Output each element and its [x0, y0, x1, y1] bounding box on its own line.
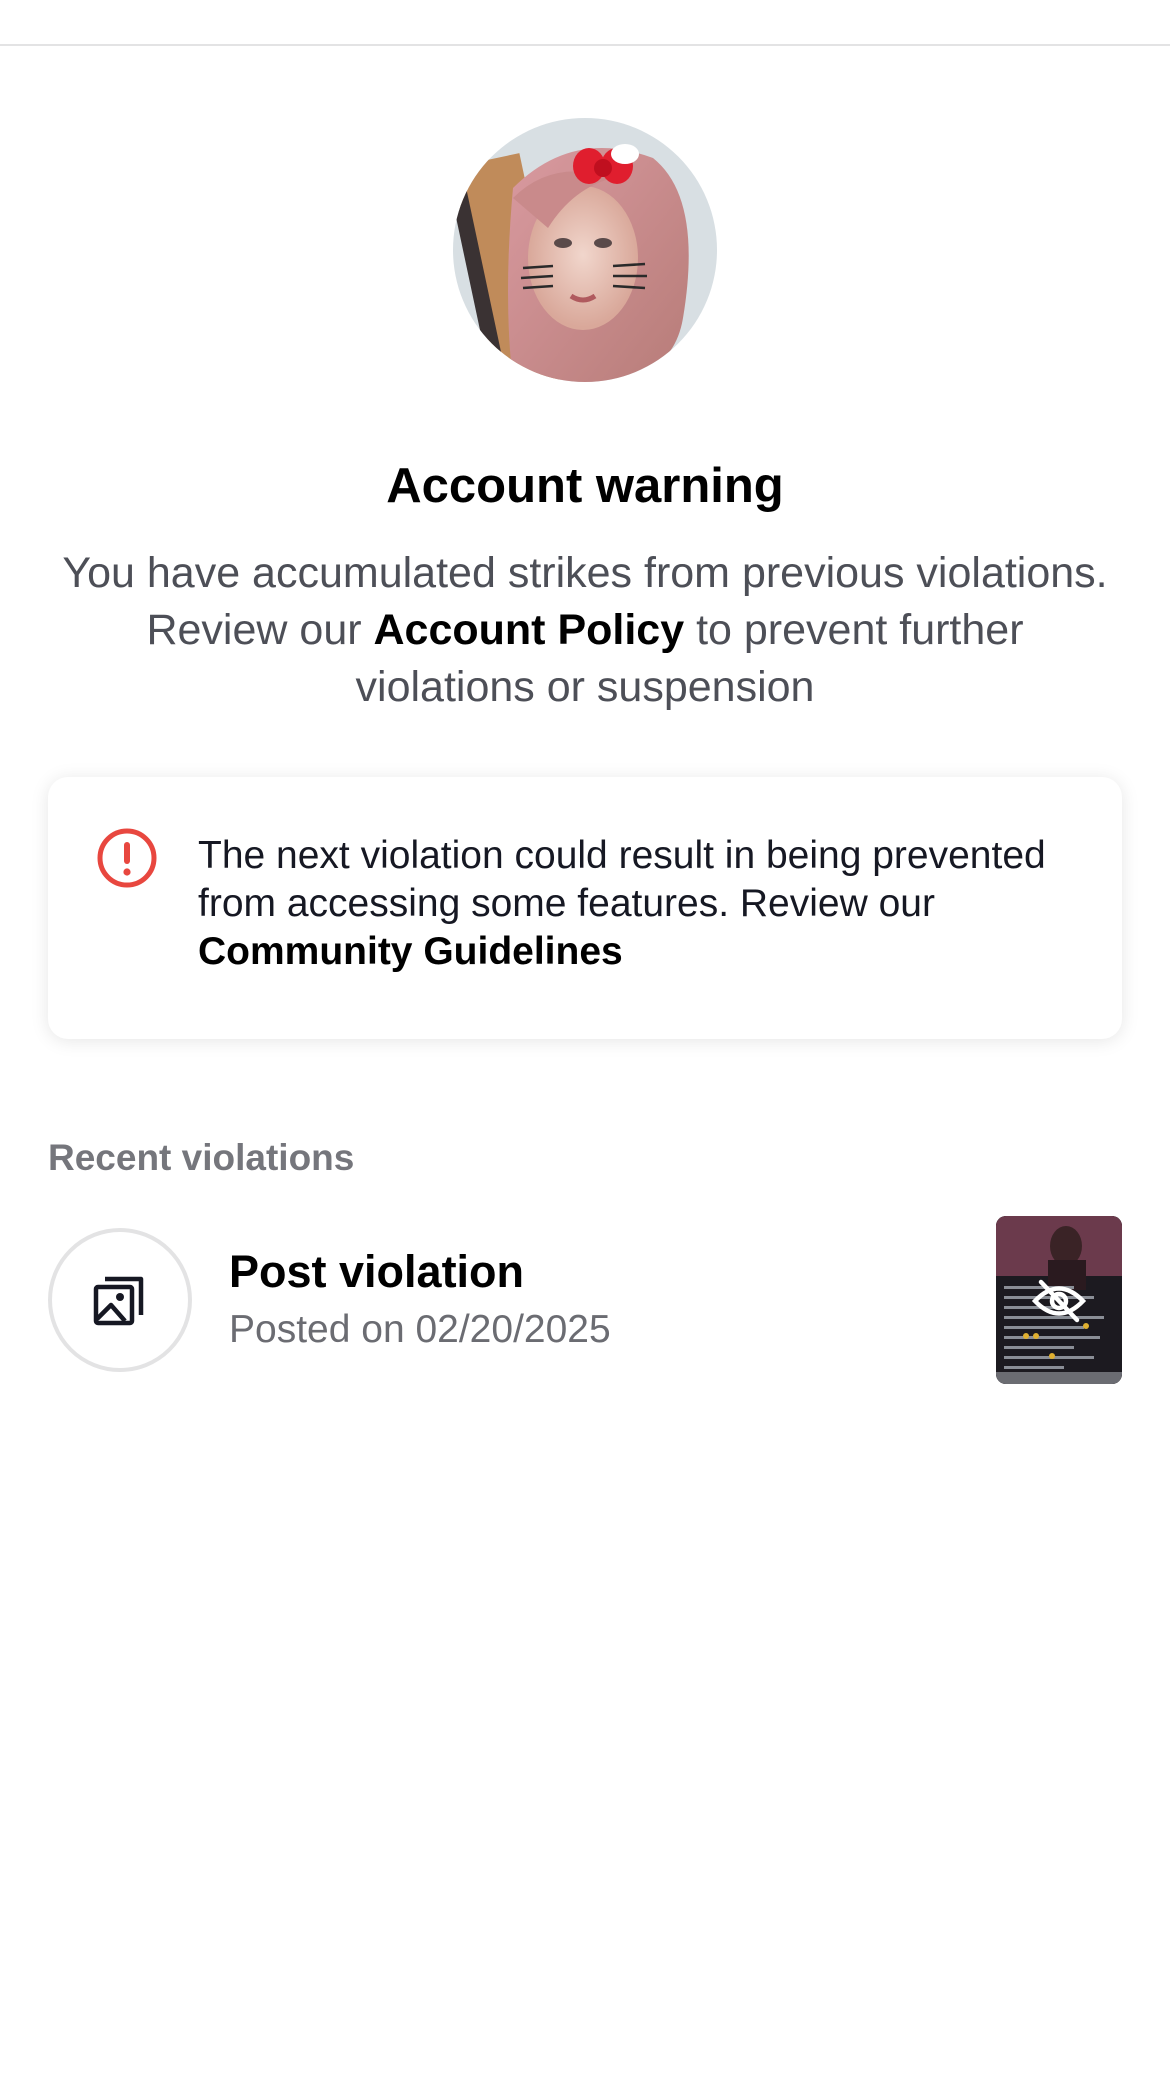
account-warning-page: Account warning You have accumulated str…	[0, 0, 1170, 2080]
avatar	[453, 118, 717, 382]
gallery-icon	[93, 1276, 144, 1326]
violation-thumbnail[interactable]	[996, 1216, 1122, 1384]
page-title: Account warning	[386, 459, 784, 513]
violation-title: Post violation	[229, 1246, 525, 1297]
alert-circle-icon	[97, 828, 157, 888]
card-text-body: The next violation could result in being…	[198, 834, 1046, 925]
chevron-left-icon	[47, 0, 83, 12]
community-guidelines-link[interactable]: Community Guidelines	[198, 930, 623, 973]
eye-off-icon	[1031, 1279, 1087, 1323]
top-nav	[0, 0, 1170, 46]
warning-card-text: The next violation could result in being…	[198, 832, 1078, 976]
list-item[interactable]: Post violation Posted on 02/20/2025	[48, 1216, 1122, 1386]
violation-type-badge	[48, 1228, 192, 1372]
account-policy-link[interactable]: Account Policy	[374, 606, 685, 654]
recent-violations-label: Recent violations	[48, 1137, 355, 1178]
warning-card: The next violation could result in being…	[48, 777, 1122, 1039]
warning-description: You have accumulated strikes from previo…	[60, 545, 1110, 716]
back-button[interactable]	[40, 0, 90, 12]
violation-date: Posted on 02/20/2025	[229, 1308, 611, 1351]
